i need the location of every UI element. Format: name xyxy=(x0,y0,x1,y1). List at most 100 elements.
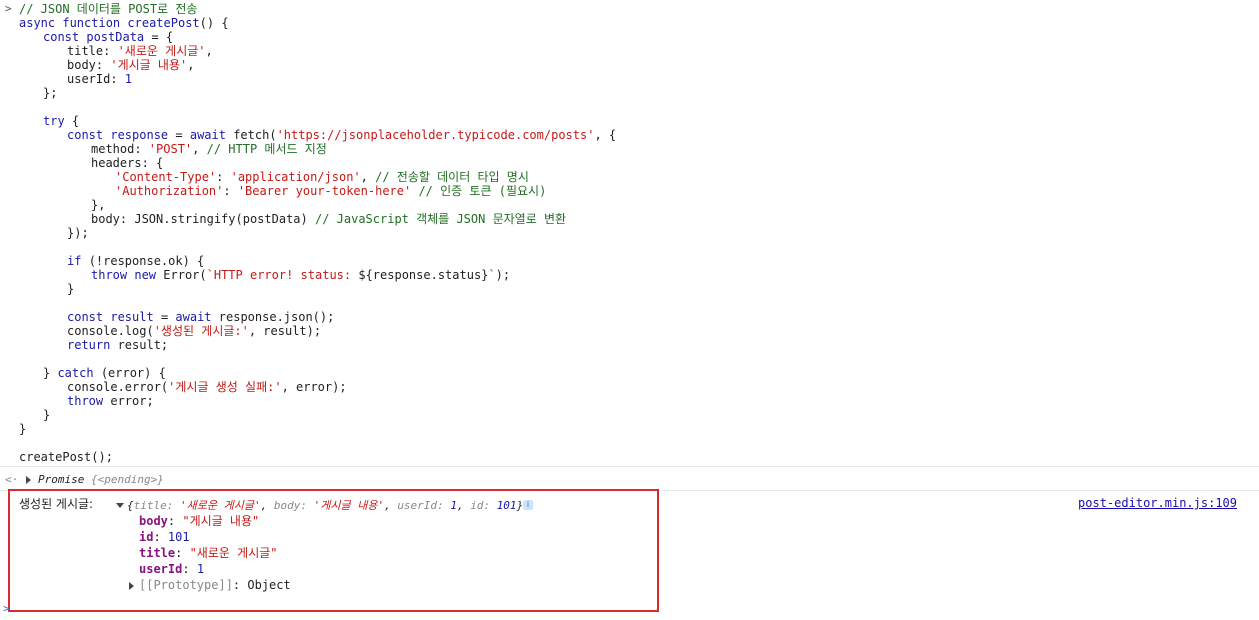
divider xyxy=(0,466,1259,467)
code-token: ); xyxy=(495,268,511,282)
code-line: const postData = { xyxy=(19,30,173,44)
code-token: 'https://jsonplaceholder.typicode.com/po… xyxy=(276,128,595,142)
expand-promise-icon[interactable] xyxy=(26,476,31,484)
code-token: // HTTP 메서드 지정 xyxy=(206,142,327,156)
code-token: , result); xyxy=(248,324,322,338)
code-token: const xyxy=(43,30,87,44)
code-line: console.error('게시글 생성 실패:', error); xyxy=(19,380,347,394)
code-token: function xyxy=(62,16,128,30)
code-token: postData xyxy=(86,30,145,44)
code-token: await xyxy=(175,310,219,324)
code-line: } xyxy=(19,422,26,436)
code-line: const response = await fetch('https://js… xyxy=(19,128,616,142)
code-token: 'Content-Type' xyxy=(115,170,217,184)
code-token: await xyxy=(189,128,234,142)
code-token: , xyxy=(187,58,195,72)
code-token: }; xyxy=(43,86,58,100)
code-token: method: xyxy=(91,142,149,156)
code-token: response.json(); xyxy=(218,310,335,324)
code-token: : xyxy=(223,184,238,198)
code-line: 'Authorization': 'Bearer your-token-here… xyxy=(19,184,546,198)
code-token: () { xyxy=(199,16,229,30)
code-token: '생성된 게시글:' xyxy=(153,324,249,338)
code-token: title: xyxy=(67,44,118,58)
code-token: , xyxy=(360,170,376,184)
code-token: console.error( xyxy=(67,380,169,394)
code-token: `HTTP error! status: xyxy=(206,268,359,282)
code-line: async function createPost() { xyxy=(19,16,229,30)
source-link[interactable]: post-editor.min.js:109 xyxy=(1078,496,1237,510)
code-line: userId: 1 xyxy=(19,72,132,86)
code-token: // JavaScript 객체를 JSON 문자열로 변환 xyxy=(314,212,567,226)
code-token: ${response.status} xyxy=(358,268,489,282)
code-line: // JSON 데이터를 POST로 전송 xyxy=(19,2,197,16)
code-token: '게시글 생성 실패:' xyxy=(168,380,282,394)
code-line: if (!response.ok) { xyxy=(19,254,204,268)
code-token: try xyxy=(43,114,72,128)
code-line: throw error; xyxy=(19,394,154,408)
code-token: } xyxy=(67,282,75,296)
promise-state: {<pending>} xyxy=(90,473,164,486)
code-line: }, xyxy=(19,198,105,212)
return-arrow-icon: <· xyxy=(5,473,19,486)
code-token: catch xyxy=(57,366,101,380)
code-token: Error( xyxy=(163,268,207,282)
code-token: 'application/json' xyxy=(230,170,361,184)
code-token: createPost xyxy=(127,16,200,30)
code-token: } xyxy=(19,422,27,436)
code-token: body: JSON.stringify(postData) xyxy=(91,212,315,226)
code-line: }); xyxy=(19,226,89,240)
code-line: try { xyxy=(19,114,79,128)
code-token: ` xyxy=(488,268,496,282)
code-line: body: JSON.stringify(postData) // JavaSc… xyxy=(19,212,566,226)
code-token: fetch( xyxy=(233,128,277,142)
code-token: body: xyxy=(67,58,111,72)
code-token: const xyxy=(67,310,111,324)
code-token: 'Authorization' xyxy=(115,184,224,198)
code-line: 'Content-Type': 'application/json', // 전… xyxy=(19,170,529,184)
code-token: result; xyxy=(117,338,169,352)
code-token: (error) { xyxy=(100,366,166,380)
code-token: }, xyxy=(91,198,106,212)
code-token: throw xyxy=(67,394,111,408)
promise-value[interactable]: Promise {<pending>} xyxy=(38,473,164,486)
code-token: = xyxy=(168,128,190,142)
promise-label: Promise xyxy=(38,473,91,486)
console-input-entry[interactable]: > // JSON 데이터를 POST로 전송 async function cr… xyxy=(0,0,1259,466)
code-token: , xyxy=(192,142,207,156)
code-line: console.log('생성된 게시글:', result); xyxy=(19,324,321,338)
highlight-box xyxy=(8,489,659,612)
code-line: title: '새로운 게시글', xyxy=(19,44,213,58)
code-token: response xyxy=(110,128,169,142)
code-token: console.log( xyxy=(67,324,154,338)
code-token: headers: { xyxy=(91,156,164,170)
code-line: } catch (error) { xyxy=(19,366,166,380)
code-line: body: '게시글 내용', xyxy=(19,58,194,72)
code-token: 'POST' xyxy=(148,142,193,156)
code-line: } xyxy=(19,282,74,296)
code-token: '게시글 내용' xyxy=(110,58,188,72)
code-token: if xyxy=(67,254,89,268)
code-token: } xyxy=(43,366,58,380)
code-token: : xyxy=(216,170,231,184)
code-token: , { xyxy=(594,128,617,142)
code-line: method: 'POST', // HTTP 메서드 지정 xyxy=(19,142,327,156)
code-token: const xyxy=(67,128,111,142)
code-token: userId: xyxy=(67,72,125,86)
code-token: error; xyxy=(110,394,154,408)
code-token: // JSON 데이터를 POST로 전송 xyxy=(19,2,198,16)
console-prompt-icon[interactable]: > xyxy=(3,602,10,615)
code-token: return xyxy=(67,338,118,352)
code-token: = { xyxy=(144,30,174,44)
devtools-console: > // JSON 데이터를 POST로 전송 async function cr… xyxy=(0,0,1259,620)
code-token: (!response.ok) { xyxy=(88,254,205,268)
code-token: result xyxy=(110,310,154,324)
code-line: return result; xyxy=(19,338,168,352)
return-value-row: <· Promise {<pending>} xyxy=(0,470,1259,490)
code-token: 'Bearer your-token-here' xyxy=(237,184,412,198)
code-token: throw xyxy=(91,268,135,282)
code-token: // 전송할 데이터 타입 명시 xyxy=(375,170,529,184)
code-token: = xyxy=(153,310,176,324)
code-token: '새로운 게시글' xyxy=(117,44,206,58)
code-token: { xyxy=(71,114,80,128)
